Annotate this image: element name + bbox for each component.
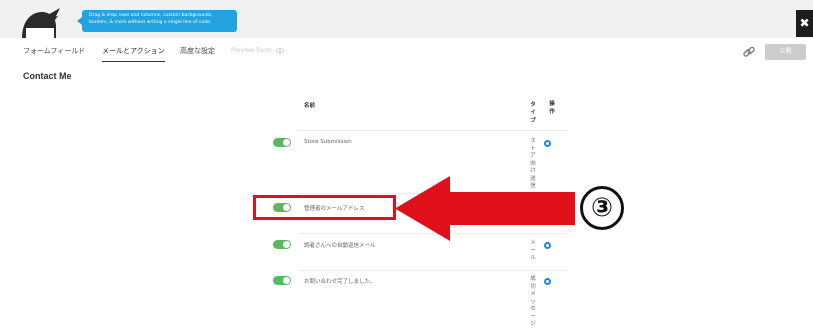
- top-bar: Drag & drop rows and columns, custom bac…: [0, 0, 813, 38]
- tab-emails-actions[interactable]: メールとアクション: [102, 46, 165, 62]
- tab-advanced[interactable]: 高度な設定: [180, 46, 215, 56]
- gear-icon[interactable]: [544, 140, 551, 147]
- gear-icon[interactable]: [544, 242, 551, 249]
- action-toggle[interactable]: [273, 240, 291, 249]
- column-header-actions: 操作: [549, 101, 555, 115]
- action-name[interactable]: お問い合わせ完了しました。: [304, 277, 376, 285]
- tab-preview-form[interactable]: Preview Form: [231, 47, 285, 54]
- action-type: メール: [530, 240, 536, 261]
- tab-bar: フォームフィールド メールとアクション 高度な設定 Preview Form: [0, 46, 700, 66]
- column-header-type: タイプ: [530, 102, 536, 124]
- row-divider: [298, 270, 568, 271]
- form-title: Contact Me: [23, 71, 72, 81]
- highlight-box: [253, 195, 396, 220]
- gear-icon[interactable]: [544, 278, 551, 285]
- action-name[interactable]: Store Submission: [304, 139, 352, 145]
- column-header-name: 名前: [304, 103, 316, 109]
- row-divider: [298, 130, 568, 131]
- close-button[interactable]: ✖: [796, 10, 813, 37]
- action-type: 成功メッセージ: [530, 276, 536, 327]
- ninja-logo-icon: [22, 8, 60, 38]
- step-number-badge: ③: [580, 186, 624, 230]
- preview-form-label: Preview Form: [231, 47, 272, 54]
- tab-form-fields[interactable]: フォームフィールド: [23, 46, 85, 56]
- eye-icon: [276, 48, 285, 53]
- action-toggle[interactable]: [273, 138, 291, 147]
- promo-line-1: Drag & drop rows and columns, custom bac…: [89, 13, 213, 18]
- link-icon[interactable]: [742, 45, 756, 59]
- promo-line-2: borders, & more without writing a single…: [89, 20, 212, 25]
- action-name[interactable]: 読者さんへの自動返信メール: [304, 241, 376, 249]
- publish-button[interactable]: 公開: [765, 44, 806, 60]
- promo-tooltip[interactable]: Drag & drop rows and columns, custom bac…: [77, 10, 237, 32]
- action-toggle[interactable]: [273, 276, 291, 285]
- arrow-left-icon: [395, 176, 575, 241]
